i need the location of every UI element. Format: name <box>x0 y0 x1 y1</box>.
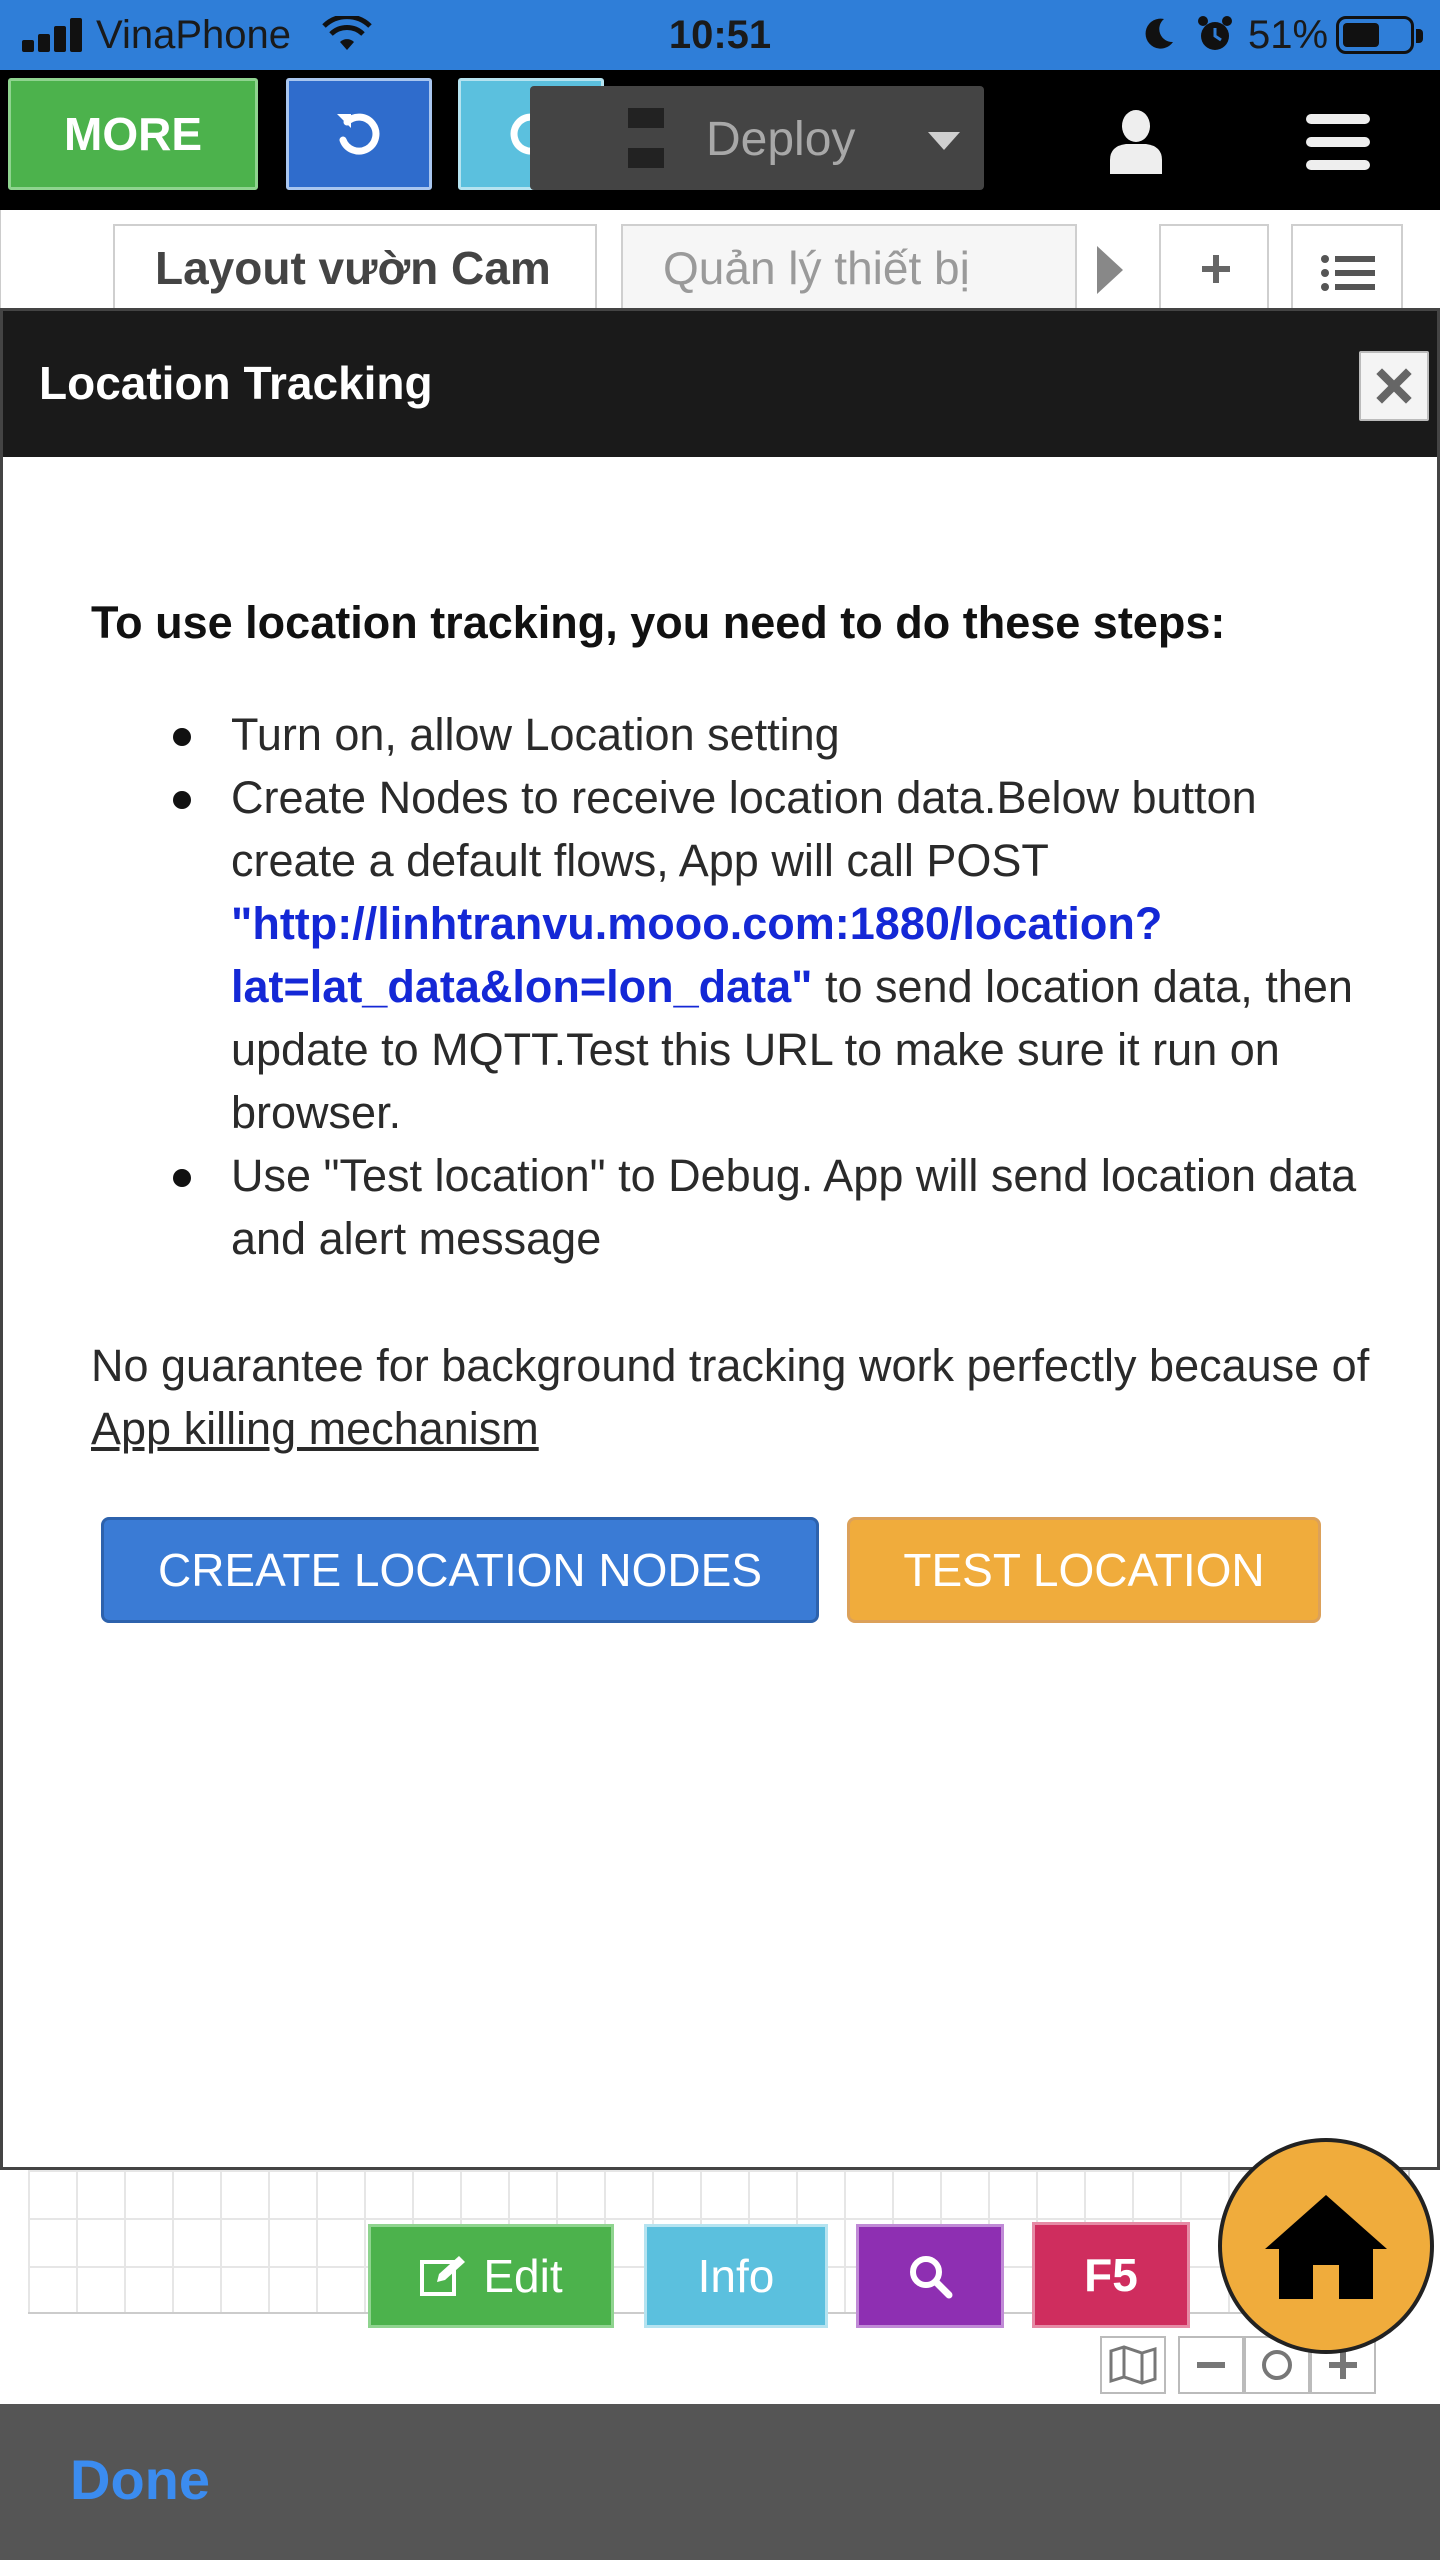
tab-quan-ly-thiet-bi[interactable]: Quản lý thiết bị <box>621 224 1077 310</box>
steps-list: Turn on, allow Location setting Create N… <box>91 703 1381 1270</box>
close-button[interactable] <box>1359 351 1429 421</box>
step-text: Turn on, allow Location setting <box>231 709 840 760</box>
deploy-icon <box>628 108 664 168</box>
test-location-button[interactable]: TEST LOCATION <box>847 1517 1321 1623</box>
alarm-icon <box>1198 16 1232 50</box>
home-icon <box>1265 2195 1387 2299</box>
modal-body: To use location tracking, you need to do… <box>91 593 1381 1460</box>
tab-layout-vuon-cam[interactable]: Layout vườn Cam <box>113 224 597 310</box>
list-icon <box>1321 255 1375 291</box>
app-header: MORE Deploy <box>0 70 1440 210</box>
home-button[interactable] <box>1218 2138 1434 2354</box>
deploy-label: Deploy <box>706 113 856 166</box>
modal-header: Location Tracking <box>3 311 1437 457</box>
edit-button[interactable]: Edit <box>368 2224 614 2328</box>
moon-icon <box>1145 18 1173 49</box>
deploy-button[interactable]: Deploy <box>530 86 984 190</box>
add-tab-button[interactable] <box>1159 224 1269 310</box>
map-icon <box>1109 2345 1157 2385</box>
list-item: Turn on, allow Location setting <box>173 703 1381 766</box>
user-icon[interactable] <box>1106 108 1166 174</box>
zoom-reset-icon <box>1262 2350 1292 2380</box>
disclaimer-text: No guarantee for background tracking wor… <box>91 1334 1381 1460</box>
app-killing-link[interactable]: App killing mechanism <box>91 1403 539 1454</box>
keyboard-accessory-bar: Done <box>0 2404 1440 2560</box>
search-button[interactable] <box>856 2224 1004 2328</box>
f5-refresh-button[interactable]: F5 <box>1032 2222 1190 2328</box>
caret-down-icon[interactable] <box>928 132 960 150</box>
tab-list-button[interactable] <box>1291 224 1403 310</box>
close-icon <box>1376 368 1412 404</box>
done-button[interactable]: Done <box>70 2448 210 2512</box>
hamburger-menu-icon[interactable] <box>1306 114 1370 170</box>
edit-icon <box>420 2256 466 2296</box>
zoom-out-icon <box>1197 2362 1225 2368</box>
list-item: Use "Test location" to Debug. App will s… <box>173 1144 1381 1270</box>
zoom-out-button[interactable] <box>1178 2336 1244 2394</box>
chevron-right-icon[interactable] <box>1089 240 1129 300</box>
modal-title: Location Tracking <box>39 357 433 409</box>
plus-icon <box>1202 255 1230 283</box>
modal-actions: CREATE LOCATION NODES TEST LOCATION <box>91 1517 1381 1627</box>
search-icon <box>910 2256 953 2299</box>
battery-percent: 51% <box>1248 13 1329 57</box>
note-text: No guarantee for background tracking wor… <box>91 1340 1370 1391</box>
status-bar: VinaPhone 10:51 51% <box>0 0 1440 70</box>
info-button[interactable]: Info <box>644 2224 828 2328</box>
intro-text: To use location tracking, you need to do… <box>91 597 1226 648</box>
undo-icon <box>337 113 380 155</box>
create-location-nodes-button[interactable]: CREATE LOCATION NODES <box>101 1517 819 1623</box>
edit-label: Edit <box>483 2250 563 2302</box>
more-button[interactable]: MORE <box>8 78 258 190</box>
step-text: Use "Test location" to Debug. App will s… <box>231 1150 1357 1264</box>
workspace-tabs: Layout vườn Cam Quản lý thiết bị <box>0 210 1440 310</box>
list-item: Create Nodes to receive location data.Be… <box>173 766 1381 1144</box>
step-text: Create Nodes to receive location data.Be… <box>231 772 1257 886</box>
map-button[interactable] <box>1100 2336 1166 2394</box>
location-tracking-modal: Location Tracking To use location tracki… <box>0 308 1440 2170</box>
battery-icon <box>1336 16 1423 54</box>
undo-button[interactable] <box>286 78 432 190</box>
